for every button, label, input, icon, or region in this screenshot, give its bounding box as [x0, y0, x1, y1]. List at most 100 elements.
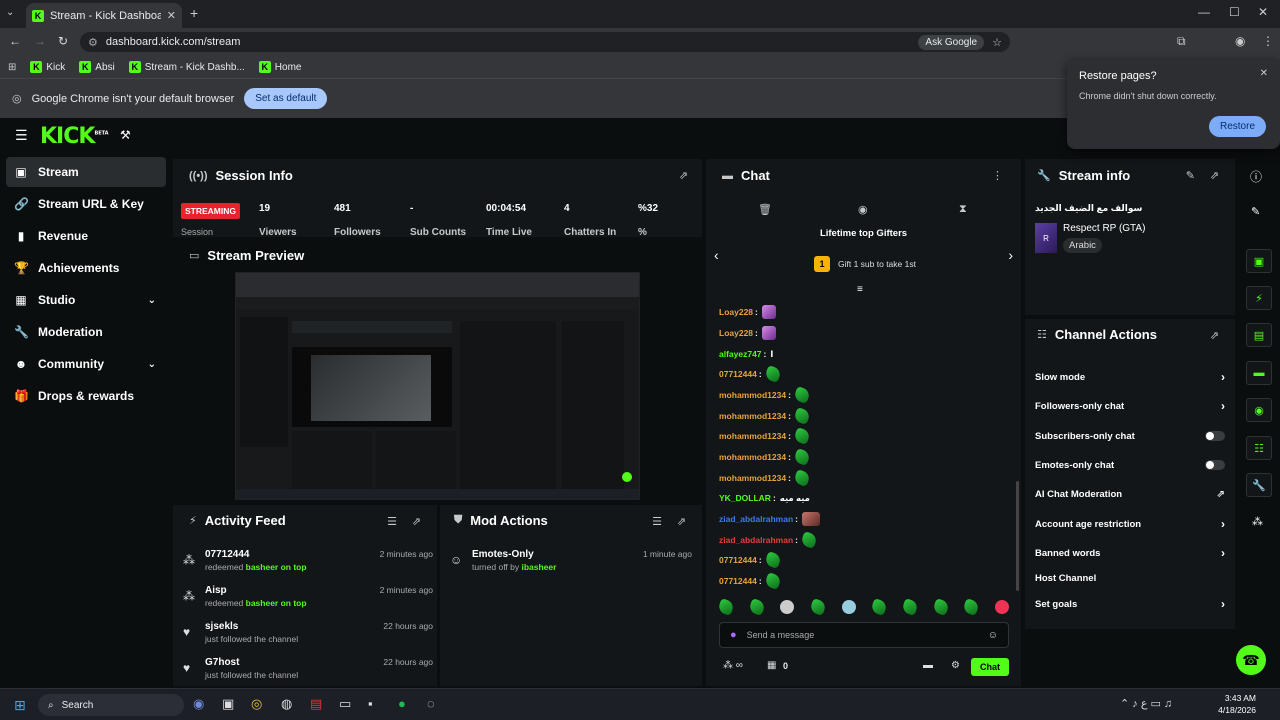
- restore-close-icon[interactable]: ✕: [1260, 68, 1268, 79]
- emoji-icon[interactable]: ☺: [988, 630, 998, 641]
- new-tab-icon[interactable]: +: [190, 5, 198, 21]
- emote-icon[interactable]: [841, 600, 856, 614]
- activity-user[interactable]: G7host: [205, 657, 239, 668]
- forward-icon[interactable]: →: [34, 34, 46, 48]
- windows-start-icon[interactable]: ⊞: [14, 697, 26, 714]
- ask-google-button[interactable]: Ask Google: [918, 34, 985, 50]
- discord-icon[interactable]: ◉: [193, 696, 204, 712]
- set-default-button[interactable]: Set as default: [244, 88, 328, 109]
- app2-icon[interactable]: ▤: [310, 696, 322, 712]
- sidebar-item-drops[interactable]: 🎁 Drops & rewards: [6, 381, 166, 411]
- sidebar-item-revenue[interactable]: ▮ Revenue: [6, 221, 166, 251]
- restore-button[interactable]: Restore: [1208, 116, 1266, 137]
- chat-username[interactable]: mohammod1234: [719, 473, 786, 483]
- channel-action-emotes-only[interactable]: Emotes-only chat: [1035, 457, 1225, 473]
- chat-username[interactable]: 07712444: [719, 576, 757, 586]
- chat-username[interactable]: YK_DOLLAR: [719, 493, 771, 503]
- chat-username[interactable]: mohammod1234: [719, 431, 786, 441]
- channel-action-banned-words[interactable]: Banned words ›: [1035, 545, 1225, 561]
- stream-preview-video[interactable]: [235, 272, 640, 500]
- spotify-icon[interactable]: ●: [398, 696, 406, 711]
- activity-user[interactable]: 07712444: [205, 549, 250, 560]
- activity-user[interactable]: Aisp: [205, 585, 227, 596]
- subscribers-only-toggle[interactable]: [1205, 431, 1225, 441]
- terminal-icon[interactable]: ▭: [339, 696, 351, 712]
- channel-action-set-goals[interactable]: Set goals ›: [1035, 596, 1225, 612]
- site-info-icon[interactable]: ⚙: [88, 36, 98, 49]
- chat-username[interactable]: mohammod1234: [719, 411, 786, 421]
- tray-icons[interactable]: ⌃ ♪ ع ▭ ♫: [1120, 697, 1172, 710]
- more-icon[interactable]: ⋮: [992, 169, 1003, 182]
- chat-username[interactable]: 07712444: [719, 555, 757, 565]
- emote-icon[interactable]: [994, 600, 1009, 614]
- back-icon[interactable]: ←: [9, 34, 21, 48]
- chrome-icon[interactable]: ◎: [251, 696, 262, 712]
- chat-bubble-icon[interactable]: ▬: [923, 660, 933, 671]
- filter-icon[interactable]: ☰: [652, 515, 662, 528]
- rail-chat-icon[interactable]: ▬: [1246, 361, 1272, 385]
- emote-icon[interactable]: [747, 598, 766, 616]
- rail-broadcast-icon[interactable]: ◉: [1246, 398, 1272, 422]
- minimize-icon[interactable]: —: [1198, 5, 1210, 19]
- channel-action-followers-only[interactable]: Followers-only chat ›: [1035, 398, 1225, 414]
- obs-icon[interactable]: ◍: [281, 696, 292, 712]
- chat-username[interactable]: ziad_abdalrahman: [719, 514, 793, 524]
- rail-preview-icon[interactable]: ▣: [1246, 249, 1272, 273]
- category-name[interactable]: Respect RP (GTA): [1063, 223, 1145, 234]
- emote-icon[interactable]: [717, 598, 735, 616]
- chat-username[interactable]: Loay228: [719, 328, 753, 338]
- link-chain-icon[interactable]: ⁂ ∞: [723, 660, 743, 671]
- url-field[interactable]: ⚙ dashboard.kick.com/stream Ask Google ☆: [80, 32, 1010, 52]
- info-icon[interactable]: ⓘ: [1250, 168, 1262, 185]
- app4-icon[interactable]: ◌: [427, 696, 435, 711]
- bookmark-absi[interactable]: K Absi: [79, 61, 115, 73]
- filter-icon[interactable]: ☰: [387, 515, 397, 528]
- profile-icon[interactable]: ◉: [1235, 34, 1245, 48]
- chat-username[interactable]: mohammod1234: [719, 452, 786, 462]
- sidebar-item-achievements[interactable]: 🏆 Achievements: [6, 253, 166, 283]
- trash-icon[interactable]: 🗑: [758, 203, 772, 216]
- close-window-icon[interactable]: ✕: [1258, 5, 1268, 19]
- tab-search-icon[interactable]: ⌄: [6, 7, 14, 18]
- chevron-right-icon[interactable]: ›: [1008, 247, 1013, 263]
- emote-icon[interactable]: [931, 598, 950, 616]
- channel-action-host-channel[interactable]: Host Channel: [1035, 570, 1225, 586]
- sidebar-item-stream-url[interactable]: 🔗 Stream URL & Key: [6, 189, 166, 219]
- channel-action-subscribers-only[interactable]: Subscribers-only chat: [1035, 428, 1225, 444]
- hamburger-icon[interactable]: ☰: [15, 127, 28, 144]
- chevron-left-icon[interactable]: ‹: [714, 247, 719, 263]
- bookmark-star-icon[interactable]: ☆: [992, 36, 1002, 49]
- rail-lightning-icon[interactable]: ⚡: [1246, 286, 1272, 310]
- sidebar-item-community[interactable]: ☻ Community ⌄: [6, 349, 166, 379]
- close-tab-icon[interactable]: ✕: [167, 9, 176, 22]
- reload-icon[interactable]: ↻: [58, 34, 68, 48]
- bookmark-stream[interactable]: K Stream - Kick Dashb...: [128, 61, 245, 73]
- chat-username[interactable]: Loay228: [719, 307, 753, 317]
- collapse-icon[interactable]: ≡: [857, 284, 863, 295]
- send-chat-button[interactable]: Chat: [971, 658, 1009, 676]
- chat-username[interactable]: 07712444: [719, 369, 757, 379]
- rail-document-icon[interactable]: ▤: [1246, 323, 1272, 347]
- bookmark-kick[interactable]: K Kick: [30, 61, 65, 73]
- channel-action-ai-moderation[interactable]: AI Chat Moderation ⇗: [1035, 486, 1225, 502]
- emotes-only-toggle[interactable]: [1205, 460, 1225, 470]
- hourglass-icon[interactable]: ⧗: [959, 203, 967, 216]
- sidebar-item-studio[interactable]: ▦ Studio ⌄: [6, 285, 166, 315]
- browser-tab[interactable]: K Stream - Kick Dashboard ✕: [26, 3, 182, 28]
- bookmark-home[interactable]: K Home: [258, 61, 301, 73]
- rail-more-icon[interactable]: ⁂: [1252, 515, 1263, 528]
- hammer-icon[interactable]: ⚒: [120, 128, 131, 142]
- emote-icon[interactable]: [962, 598, 981, 616]
- emote-icon[interactable]: [780, 600, 795, 614]
- chat-username[interactable]: mohammod1234: [719, 390, 786, 400]
- popout-icon[interactable]: ⇗: [677, 515, 686, 528]
- chat-bubble-icon[interactable]: ◉: [858, 203, 868, 216]
- app-icon[interactable]: ▣: [222, 696, 234, 712]
- rail-list-icon[interactable]: ☷: [1246, 436, 1272, 460]
- chat-username[interactable]: ziad_abdalrahman: [719, 535, 793, 545]
- chat-username[interactable]: alfayez747: [719, 349, 762, 359]
- edit-icon[interactable]: ✎: [1186, 169, 1195, 182]
- emote-icon[interactable]: [900, 598, 919, 616]
- chat-input[interactable]: ● Send a message ☺: [719, 622, 1009, 648]
- extensions-icon[interactable]: ⧉: [1177, 34, 1186, 49]
